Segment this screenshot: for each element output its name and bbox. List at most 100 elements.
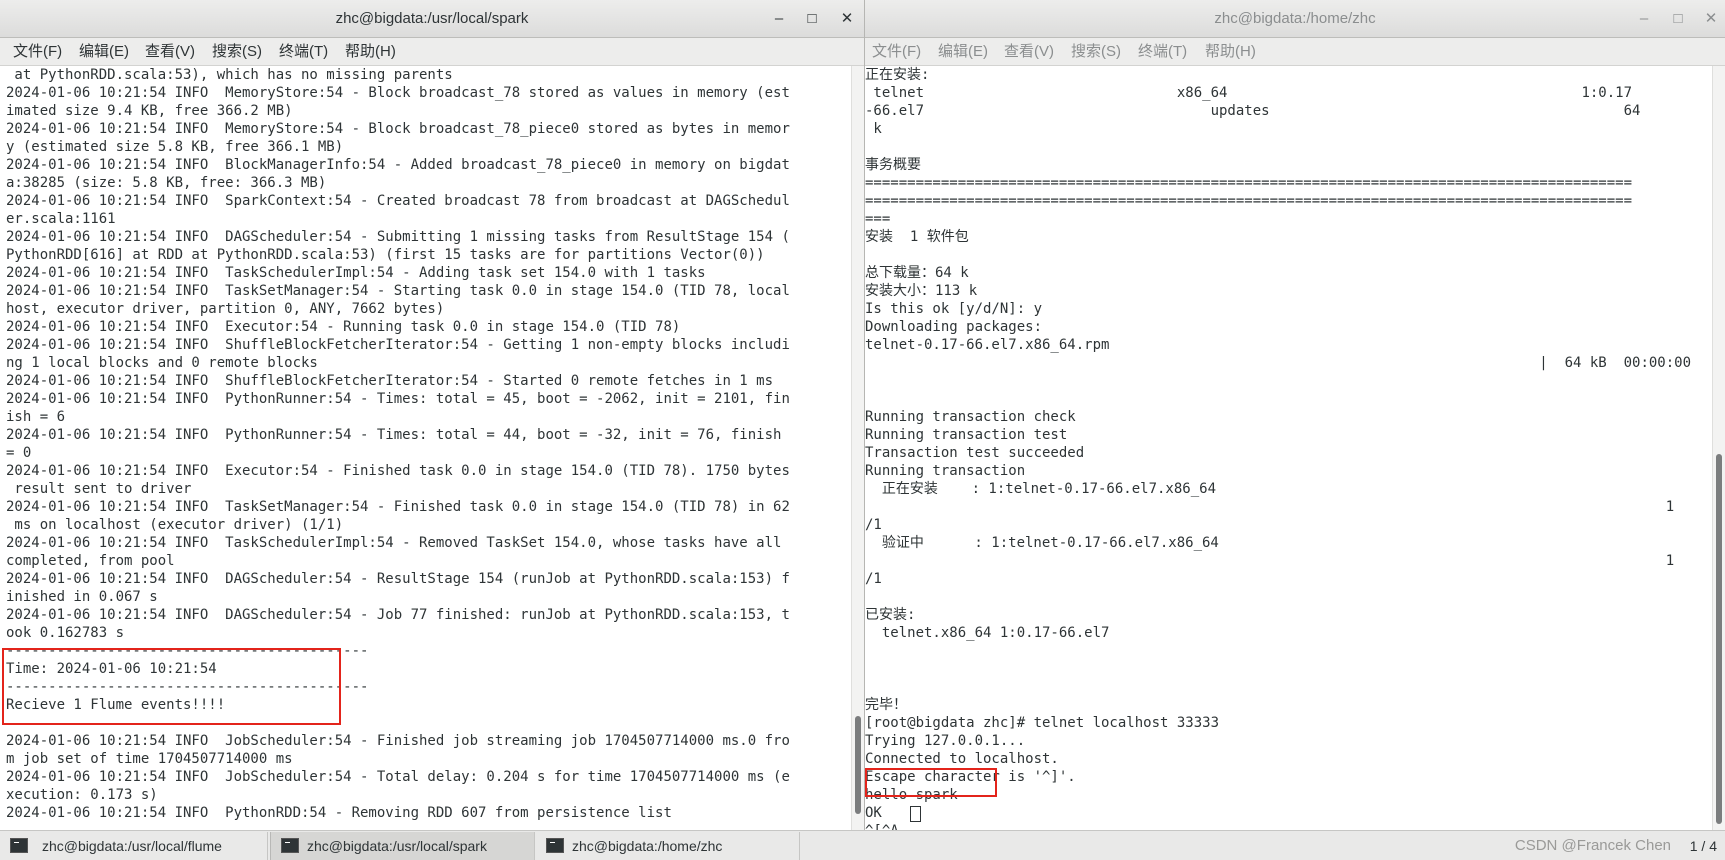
terminal-line: telnet x86_64 1:0.17	[865, 85, 1633, 101]
scrollbar[interactable]	[851, 66, 864, 830]
terminal-line: xecution: 0.173 s)	[6, 787, 158, 803]
terminal-line: ng 1 local blocks and 0 remote blocks	[6, 355, 318, 371]
terminal-line: 2024-01-06 10:21:54 INFO Executor:54 - R…	[6, 319, 681, 335]
terminal-line: Trying 127.0.0.1...	[865, 733, 1026, 749]
terminal-line: /1	[865, 571, 882, 587]
terminal-line: 安装大小：113 k	[865, 283, 978, 299]
menu-view[interactable]: 查看(V)	[145, 38, 195, 66]
terminal-line: 2024-01-06 10:21:54 INFO TaskSetManager:…	[6, 283, 790, 299]
terminal-line: ms on localhost (executor driver) (1/1)	[6, 517, 344, 533]
close-button[interactable]: ✕	[836, 9, 858, 29]
terminal-line: 2024-01-06 10:21:54 INFO PythonRDD:54 - …	[6, 805, 672, 821]
terminal-line: [root@bigdata zhc]# telnet localhost 333…	[865, 715, 1220, 731]
terminal-line: Running transaction check	[865, 409, 1076, 425]
terminal-line: 2024-01-06 10:21:54 INFO Executor:54 - F…	[6, 463, 790, 479]
terminal-line: 2024-01-06 10:21:54 INFO ShuffleBlockFet…	[6, 373, 774, 389]
terminal-line: y (estimated size 5.8 KB, free 366.1 MB)	[6, 139, 344, 155]
menu-search[interactable]: 搜索(S)	[212, 38, 262, 66]
maximize-button[interactable]: □	[1667, 9, 1689, 29]
terminal-line: m job set of time 1704507714000 ms	[6, 751, 293, 767]
terminal-line: 2024-01-06 10:21:54 INFO ShuffleBlockFet…	[6, 337, 790, 353]
terminal-line: Running transaction test	[865, 427, 1068, 443]
terminal-line: 1	[865, 499, 1675, 515]
text-cursor	[910, 806, 921, 822]
terminal-line: 2024-01-06 10:21:54 INFO SparkContext:54…	[6, 193, 790, 209]
terminal-line: a:38285 (size: 5.8 KB, free: 366.3 MB)	[6, 175, 327, 191]
terminal-line: = 0	[6, 445, 32, 461]
workspace-pager[interactable]: 1 / 4	[1690, 831, 1717, 860]
menu-file[interactable]: 文件(F)	[13, 38, 62, 66]
terminal-line: er.scala:1161	[6, 211, 116, 227]
highlight-box-hello-spark	[865, 768, 997, 797]
terminal-line: 安装 1 软件包	[865, 229, 969, 245]
window-title: zhc@bigdata:/usr/local/spark	[335, 10, 529, 27]
menu-bar: 文件(F) 编辑(E) 查看(V) 搜索(S) 终端(T) 帮助(H)	[0, 38, 864, 66]
menu-edit[interactable]: 编辑(E)	[938, 38, 988, 66]
taskbar: zhc@bigdata:/usr/local/flume zhc@bigdata…	[0, 830, 1725, 860]
terminal-line: 1	[865, 553, 1675, 569]
menu-file[interactable]: 文件(F)	[872, 38, 921, 66]
scrollbar-thumb[interactable]	[1716, 454, 1722, 824]
terminal-line: ^[^A	[865, 822, 899, 830]
terminal-line: | 64 kB 00:00:00	[865, 355, 1692, 371]
terminal-line: host, executor driver, partition 0, ANY,…	[6, 301, 445, 317]
terminal-line: /1	[865, 517, 882, 533]
terminal-line: 完毕！	[865, 697, 907, 713]
terminal-line: imated size 9.4 KB, free 366.2 MB)	[6, 103, 293, 119]
terminal-line: Connected to localhost.	[865, 751, 1059, 767]
terminal-line: 2024-01-06 10:21:54 INFO JobScheduler:54…	[6, 769, 790, 785]
taskbar-item-flume[interactable]: zhc@bigdata:/usr/local/flume	[0, 832, 268, 860]
terminal-window-spark[interactable]: zhc@bigdata:/usr/local/spark – □ ✕ 文件(F)…	[0, 0, 865, 830]
scrollbar[interactable]	[1712, 66, 1725, 830]
terminal-output[interactable]: 正在安装: telnet x86_64 1:0.17 -66.el7 update…	[865, 66, 1712, 830]
minimize-button[interactable]: –	[1633, 9, 1655, 29]
terminal-line: 2024-01-06 10:21:54 INFO PythonRunner:54…	[6, 427, 782, 443]
terminal-line: 2024-01-06 10:21:54 INFO TaskSetManager:…	[6, 499, 790, 515]
terminal-icon	[281, 838, 299, 853]
terminal-window-home[interactable]: zhc@bigdata:/home/zhc – □ ✕ 文件(F) 编辑(E) …	[865, 0, 1725, 830]
terminal-line: 总下载量：64 k	[865, 265, 969, 281]
menu-help[interactable]: 帮助(H)	[345, 38, 396, 66]
terminal-line: ========================================…	[865, 175, 1633, 191]
terminal-line: result sent to driver	[6, 481, 192, 497]
title-bar[interactable]: zhc@bigdata:/home/zhc – □ ✕	[865, 0, 1725, 38]
taskbar-item-label: zhc@bigdata:/usr/local/spark	[307, 838, 487, 854]
menu-edit[interactable]: 编辑(E)	[79, 38, 129, 66]
terminal-line: 2024-01-06 10:21:54 INFO TaskSchedulerIm…	[6, 265, 706, 281]
terminal-line: ook 0.162783 s	[6, 625, 125, 641]
terminal-line: 正在安装:	[865, 67, 930, 83]
minimize-button[interactable]: –	[768, 9, 790, 29]
terminal-line: 验证中 : 1:telnet-0.17-66.el7.x86_64	[865, 535, 1219, 551]
terminal-line: ish = 6	[6, 409, 66, 425]
menu-view[interactable]: 查看(V)	[1004, 38, 1054, 66]
taskbar-item-label: zhc@bigdata:/home/zhc	[572, 838, 723, 854]
scrollbar-thumb[interactable]	[855, 716, 861, 814]
terminal-line: telnet.x86_64 1:0.17-66.el7	[865, 625, 1110, 641]
menu-search[interactable]: 搜索(S)	[1071, 38, 1121, 66]
terminal-line: k	[865, 121, 882, 137]
taskbar-item-label: zhc@bigdata:/usr/local/flume	[42, 838, 222, 854]
maximize-button[interactable]: □	[801, 9, 823, 29]
menu-terminal[interactable]: 终端(T)	[279, 38, 328, 66]
highlight-box-flume-events	[2, 648, 341, 725]
taskbar-item-spark[interactable]: zhc@bigdata:/usr/local/spark	[270, 832, 535, 860]
menu-bar: 文件(F) 编辑(E) 查看(V) 搜索(S) 终端(T) 帮助(H)	[865, 38, 1725, 66]
terminal-line: 2024-01-06 10:21:54 INFO DAGScheduler:54…	[6, 607, 790, 623]
terminal-line: inished in 0.067 s	[6, 589, 158, 605]
terminal-line: 2024-01-06 10:21:54 INFO MemoryStore:54 …	[6, 85, 790, 101]
terminal-line: 2024-01-06 10:21:54 INFO TaskSchedulerIm…	[6, 535, 782, 551]
terminal-line: completed, from pool	[6, 553, 175, 569]
terminal-icon	[10, 838, 28, 853]
terminal-line: OK	[865, 805, 882, 821]
terminal-line: Running transaction	[865, 463, 1026, 479]
menu-help[interactable]: 帮助(H)	[1205, 38, 1256, 66]
close-button[interactable]: ✕	[1700, 9, 1722, 29]
menu-terminal[interactable]: 终端(T)	[1138, 38, 1187, 66]
title-bar[interactable]: zhc@bigdata:/usr/local/spark – □ ✕	[0, 0, 864, 38]
terminal-icon	[546, 838, 564, 853]
terminal-line: Downloading packages:	[865, 319, 1043, 335]
terminal-line: 2024-01-06 10:21:54 INFO PythonRunner:54…	[6, 391, 790, 407]
terminal-line: ===	[865, 211, 891, 227]
terminal-line: ========================================…	[865, 193, 1633, 209]
taskbar-item-home[interactable]: zhc@bigdata:/home/zhc	[536, 832, 800, 860]
